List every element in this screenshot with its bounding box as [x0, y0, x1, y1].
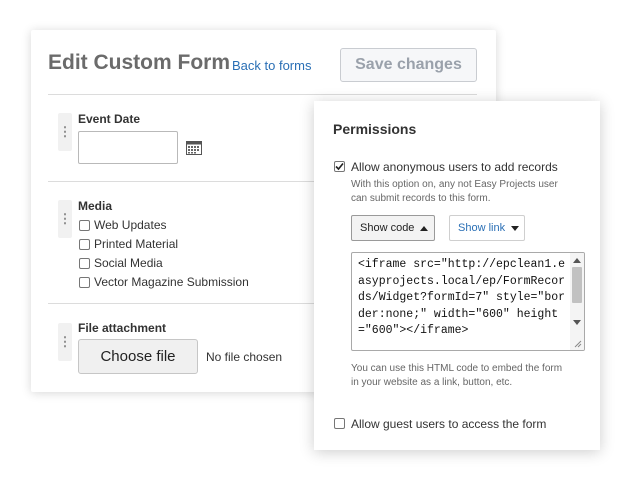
anonymous-users-checkbox[interactable]: [334, 161, 345, 172]
resize-grip-icon[interactable]: [574, 340, 582, 348]
scroll-up-arrow-icon[interactable]: [573, 258, 581, 263]
drag-handle-icon: ⋮: [58, 211, 72, 226]
scroll-thumb[interactable]: [572, 267, 582, 303]
embed-code-textarea[interactable]: <iframe src="http://epclean1.easyproject…: [351, 252, 585, 351]
embed-hint-line1: You can use this HTML code to embed the …: [351, 363, 563, 374]
calendar-icon[interactable]: [186, 140, 202, 155]
guest-users-checkbox[interactable]: [334, 418, 345, 429]
drag-handle-icon: ⋮: [58, 124, 72, 139]
back-to-forms-link[interactable]: Back to forms: [232, 58, 311, 73]
permissions-title: Permissions: [333, 121, 417, 137]
page-title: Edit Custom Form: [48, 51, 230, 74]
embed-code-text[interactable]: <iframe src="http://epclean1.easyproject…: [358, 257, 566, 340]
checkbox[interactable]: [79, 257, 90, 269]
drag-handle-file[interactable]: ⋮: [58, 323, 72, 361]
guest-users-label[interactable]: Allow guest users to access the form: [351, 417, 546, 431]
save-changes-button[interactable]: Save changes: [340, 48, 477, 82]
drag-handle-event-date[interactable]: ⋮: [58, 113, 72, 151]
event-date-label: Event Date: [78, 112, 141, 126]
media-option-vector-magazine[interactable]: Vector Magazine Submission: [79, 274, 249, 290]
embed-hint-line2: in your website as a link, button, etc.: [351, 377, 513, 388]
media-label: Media: [78, 199, 113, 213]
media-option-social-media[interactable]: Social Media: [79, 255, 163, 271]
checkbox[interactable]: [79, 238, 90, 250]
form-header: Edit Custom Form Back to forms Save chan…: [48, 48, 477, 96]
show-link-button[interactable]: Show link: [449, 215, 525, 241]
show-code-label: Show code: [360, 222, 415, 234]
anonymous-hint-line2: can submit records to this form.: [351, 193, 491, 204]
code-scrollbar[interactable]: [570, 253, 584, 350]
drag-handle-icon: ⋮: [58, 334, 72, 349]
drag-handle-media[interactable]: ⋮: [58, 200, 72, 238]
caret-up-icon: [420, 225, 429, 231]
media-option-web-updates[interactable]: Web Updates: [79, 217, 167, 233]
option-label: Web Updates: [94, 218, 167, 232]
file-status-text: No file chosen: [206, 350, 283, 364]
media-option-printed-material[interactable]: Printed Material: [79, 236, 178, 252]
option-label: Vector Magazine Submission: [94, 275, 249, 289]
choose-file-button[interactable]: Choose file: [78, 339, 198, 374]
permissions-panel: Permissions Allow anonymous users to add…: [314, 101, 600, 450]
caret-down-icon: [511, 225, 520, 231]
show-link-label: Show link: [458, 222, 506, 234]
checkbox[interactable]: [79, 276, 90, 288]
option-label: Printed Material: [94, 237, 179, 251]
event-date-input[interactable]: [78, 131, 178, 164]
header-divider: [48, 94, 477, 95]
anonymous-users-label[interactable]: Allow anonymous users to add records: [351, 160, 558, 174]
option-label: Social Media: [94, 256, 163, 270]
file-attachment-label: File attachment: [78, 321, 167, 335]
checkbox[interactable]: [79, 219, 90, 231]
scroll-down-arrow-icon[interactable]: [573, 320, 581, 325]
show-code-button[interactable]: Show code: [351, 215, 435, 241]
anonymous-hint-line1: With this option on, any not Easy Projec…: [351, 179, 558, 190]
checkmark-icon: [335, 162, 344, 171]
